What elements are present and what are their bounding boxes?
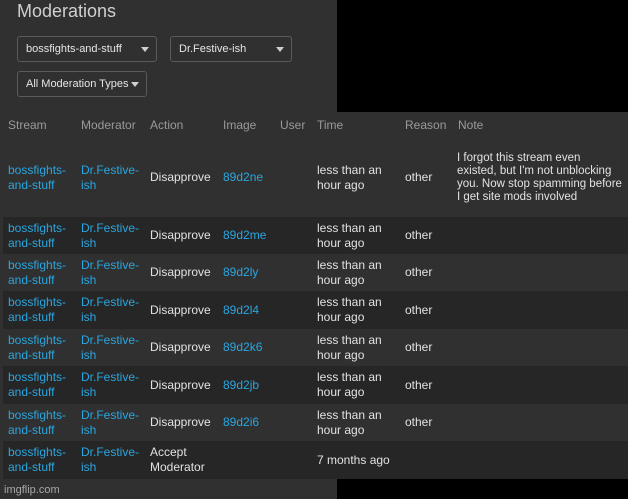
row-reason: other [405, 303, 433, 317]
row-action: Disapprove [150, 265, 211, 279]
column-header-image: Image [223, 118, 257, 132]
row-action: Disapprove [150, 340, 211, 354]
column-header-note: Note [458, 118, 484, 132]
empty-region-bottom [337, 478, 628, 499]
row-reason: other [405, 378, 433, 392]
row-time: 7 months ago [317, 453, 390, 467]
row-image-link[interactable]: 89d2me [223, 228, 293, 243]
table-row: bossfights-and-stuff Dr.Festive-ish Disapp… [3, 138, 628, 217]
row-stream-link[interactable]: bossfights-and-stuff [8, 221, 78, 251]
row-stream-link[interactable]: bossfights-and-stuff [8, 258, 78, 288]
table-row: bossfights-and-stuff Dr.Festive-ish Disapp… [3, 366, 628, 404]
column-header-reason: Reason [405, 118, 447, 132]
column-header-time: Time [317, 118, 344, 132]
column-header-moderator: Moderator [81, 118, 136, 132]
row-moderator-link[interactable]: Dr.Festive-ish [81, 445, 149, 475]
stream-filter-value: bossfights-and-stuff [26, 43, 122, 55]
row-moderator-link[interactable]: Dr.Festive-ish [81, 295, 149, 325]
row-stream-link[interactable]: bossfights-and-stuff [8, 370, 78, 400]
column-header-user: User [280, 118, 306, 132]
row-time: less than an hour ago [317, 408, 382, 437]
row-reason: other [405, 228, 433, 242]
row-time: less than an hour ago [317, 295, 382, 324]
chevron-down-icon [141, 47, 149, 52]
row-time: less than an hour ago [317, 258, 382, 287]
row-reason: other [405, 265, 433, 279]
row-stream-link[interactable]: bossfights-and-stuff [8, 445, 78, 475]
row-note: I forgot this stream even existed, but I… [457, 152, 622, 203]
row-image-link[interactable]: 89d2ly [223, 265, 293, 280]
row-time: less than an hour ago [317, 163, 382, 192]
table-row: bossfights-and-stuff Dr.Festive-ish Disapp… [3, 291, 628, 329]
table-row: bossfights-and-stuff Dr.Festive-ish Disapp… [3, 217, 628, 254]
moderator-filter-value: Dr.Festive-ish [179, 43, 247, 55]
row-image-link[interactable]: 89d2i6 [223, 415, 293, 430]
moderation-type-filter-select[interactable]: All Moderation Types [17, 71, 147, 97]
stream-filter-select[interactable]: bossfights-and-stuff [17, 36, 157, 62]
row-action: Disapprove [150, 303, 211, 317]
moderation-type-filter-value: All Moderation Types [26, 78, 129, 90]
row-moderator-link[interactable]: Dr.Festive-ish [81, 333, 149, 363]
chevron-down-icon [276, 47, 284, 52]
moderations-table: Stream Moderator Action Image User Time … [3, 112, 628, 479]
row-action: Disapprove [150, 170, 211, 184]
table-row: bossfights-and-stuff Dr.Festive-ish Disapp… [3, 404, 628, 441]
row-time: less than an hour ago [317, 221, 382, 250]
row-image-link[interactable]: 89d2ne [223, 170, 293, 185]
row-stream-link[interactable]: bossfights-and-stuff [8, 163, 78, 193]
row-image-link[interactable]: 89d2k6 [223, 340, 293, 355]
empty-region [337, 0, 628, 112]
row-image-link[interactable]: 89d2l4 [223, 303, 293, 318]
column-header-stream: Stream [8, 118, 47, 132]
row-time: less than an hour ago [317, 333, 382, 362]
table-body: bossfights-and-stuff Dr.Festive-ish Disapp… [3, 138, 628, 479]
row-moderator-link[interactable]: Dr.Festive-ish [81, 258, 149, 288]
row-image-link[interactable]: 89d2jb [223, 378, 293, 393]
chevron-down-icon [131, 82, 139, 87]
row-action: Disapprove [150, 378, 211, 392]
row-moderator-link[interactable]: Dr.Festive-ish [81, 163, 149, 193]
moderator-filter-select[interactable]: Dr.Festive-ish [170, 36, 292, 62]
table-row: bossfights-and-stuff Dr.Festive-ish Accept… [3, 441, 628, 479]
row-action: Disapprove [150, 228, 211, 242]
row-reason: other [405, 170, 433, 184]
row-stream-link[interactable]: bossfights-and-stuff [8, 295, 78, 325]
page-title: Moderations [17, 1, 117, 21]
row-stream-link[interactable]: bossfights-and-stuff [8, 333, 78, 363]
watermark: imgflip.com [4, 484, 60, 496]
table-row: bossfights-and-stuff Dr.Festive-ish Disapp… [3, 254, 628, 291]
row-action: Accept Moderator [150, 445, 205, 474]
row-action: Disapprove [150, 415, 211, 429]
row-moderator-link[interactable]: Dr.Festive-ish [81, 408, 149, 438]
table-header: Stream Moderator Action Image User Time … [3, 112, 628, 138]
row-moderator-link[interactable]: Dr.Festive-ish [81, 221, 149, 251]
row-time: less than an hour ago [317, 370, 382, 399]
column-header-action: Action [150, 118, 184, 132]
row-moderator-link[interactable]: Dr.Festive-ish [81, 370, 149, 400]
row-stream-link[interactable]: bossfights-and-stuff [8, 408, 78, 438]
table-row: bossfights-and-stuff Dr.Festive-ish Disapp… [3, 329, 628, 366]
row-reason: other [405, 415, 433, 429]
row-reason: other [405, 340, 433, 354]
